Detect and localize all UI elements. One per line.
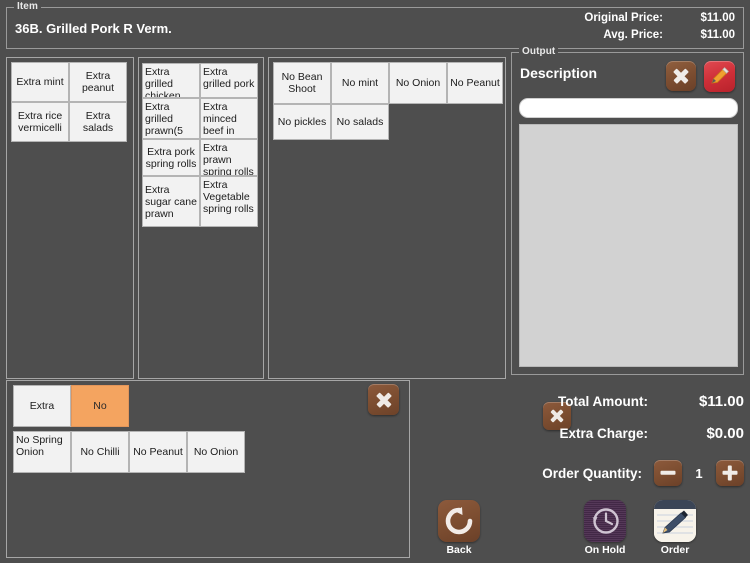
on-hold-button[interactable]: On Hold (574, 500, 636, 556)
clear-custom-selection-button[interactable] (368, 384, 399, 415)
option-button[interactable]: No mint (331, 62, 389, 104)
option-button[interactable]: Extra sugar cane prawn (142, 176, 200, 227)
extra-charge-value: $0.00 (706, 424, 744, 442)
description-label: Description (520, 65, 598, 81)
clear-description-button[interactable] (666, 61, 696, 91)
original-price-value: $11.00 (700, 12, 735, 24)
item-name: 36B. Grilled Pork R Verm. (15, 21, 172, 36)
option-button[interactable]: Extra pork spring rolls (142, 139, 200, 176)
extra-basic-options-panel: Extra mint Extra peanut Extra rice vermi… (6, 57, 134, 430)
extra-charge-row: Extra Charge: $0.00 (420, 417, 744, 449)
total-amount-row: Total Amount: $11.00 (420, 385, 744, 417)
pos-item-options-screen: Item 36B. Grilled Pork R Verm. Original … (0, 0, 750, 563)
option-button[interactable]: Extra Vegetable spring rolls (200, 176, 258, 227)
on-hold-button-label: On Hold (584, 544, 626, 556)
order-quantity-row: Order Quantity: 1 (420, 455, 744, 491)
option-button[interactable]: No salads (331, 104, 389, 140)
option-button[interactable]: Extra grilled prawn(5 Pcs) (142, 98, 200, 139)
option-button[interactable]: No Spring Onion (13, 431, 71, 473)
output-group: Output Description (511, 46, 744, 375)
option-button[interactable]: Extra grilled pork (200, 63, 258, 98)
option-button[interactable]: Extra peanut (69, 62, 127, 102)
description-input[interactable] (519, 98, 738, 118)
description-list[interactable] (519, 124, 738, 367)
option-button[interactable]: Extra minced beef in vine leaf (200, 98, 258, 139)
refresh-arrow-icon (445, 507, 473, 535)
option-button[interactable]: No Onion (187, 431, 245, 473)
order-quantity-label: Order Quantity: (542, 465, 642, 481)
avg-price-row: Avg. Price: $11.00 (435, 29, 735, 46)
clock-icon (592, 508, 619, 534)
option-button[interactable]: Extra grilled chicken (142, 63, 200, 98)
option-button[interactable]: No Peanut (447, 62, 503, 104)
extra-charge-label: Extra Charge: (559, 425, 648, 441)
original-price-row: Original Price: $11.00 (435, 12, 735, 29)
avg-price-value: $11.00 (700, 29, 735, 41)
mode-button-extra[interactable]: Extra (13, 385, 71, 427)
order-quantity-value: 1 (695, 465, 703, 481)
option-button[interactable]: Extra rice vermicelli (11, 102, 69, 142)
quantity-increase-button[interactable] (716, 460, 744, 486)
order-button[interactable]: Order (644, 500, 706, 556)
item-group: Item 36B. Grilled Pork R Verm. Original … (6, 1, 744, 49)
totals-section: Total Amount: $11.00 Extra Charge: $0.00… (420, 385, 744, 491)
plus-icon-vertical (727, 465, 733, 481)
pencil-icon (711, 67, 729, 84)
option-button[interactable]: Extra prawn spring rolls (200, 139, 258, 176)
mode-button-no[interactable]: No (71, 385, 129, 427)
option-button[interactable]: No Onion (389, 62, 447, 104)
item-group-legend: Item (14, 1, 41, 12)
no-ingredient-options-panel: No Bean Shoot No mint No Onion No Peanut… (268, 57, 571, 430)
option-button[interactable]: No Chilli (71, 431, 129, 473)
notepad-pencil-icon (654, 500, 696, 542)
on-hold-icon-tile (584, 500, 626, 542)
back-button-label: Back (446, 544, 472, 556)
option-button[interactable]: Extra salads (69, 102, 127, 142)
quantity-decrease-button[interactable] (654, 460, 682, 486)
original-price-label: Original Price: (584, 12, 663, 24)
total-amount-label: Total Amount: (558, 393, 648, 409)
output-group-legend: Output (519, 46, 559, 57)
back-icon-tile (438, 500, 480, 542)
action-bar: Back On Hold Order (418, 500, 748, 560)
edit-description-button[interactable] (704, 61, 735, 92)
back-button[interactable]: Back (428, 500, 490, 556)
minus-icon (660, 470, 676, 476)
avg-price-label: Avg. Price: (603, 29, 663, 41)
order-button-label: Order (660, 544, 690, 556)
option-button[interactable]: No pickles (273, 104, 331, 140)
total-amount-value: $11.00 (698, 392, 744, 410)
price-summary: Original Price: $11.00 Avg. Price: $11.0… (435, 12, 735, 46)
option-button[interactable]: Extra mint (11, 62, 69, 102)
extra-protein-options-panel: Extra grilled chicken Extra grilled pork… (138, 57, 313, 430)
order-icon-tile (654, 500, 696, 542)
option-button[interactable]: No Peanut (129, 431, 187, 473)
option-button[interactable]: No Bean Shoot (273, 62, 331, 104)
custom-options-panel: Extra No No Spring Onion No Chilli No Pe… (6, 380, 410, 558)
